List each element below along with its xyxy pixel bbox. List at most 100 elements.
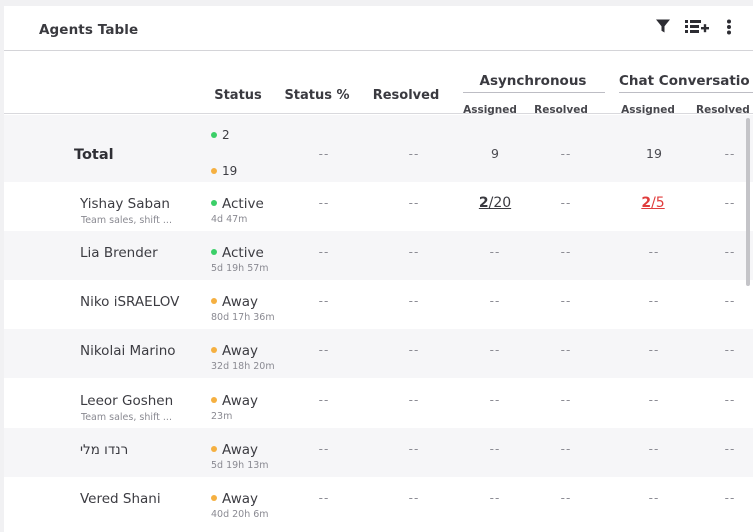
column-header-status-percent[interactable]: Status % xyxy=(282,88,352,103)
status-duration: 23m xyxy=(211,411,233,422)
status-badge: Away xyxy=(211,343,258,359)
chat-assigned-cell: -- xyxy=(648,294,660,308)
agent-name[interactable]: Niko iSRAELOV xyxy=(80,294,179,310)
status-badge: Active xyxy=(211,245,264,261)
status-percent-cell: -- xyxy=(318,294,330,308)
status-badge: Away xyxy=(211,294,258,310)
async-resolved-cell: -- xyxy=(560,442,572,456)
away-dot-icon xyxy=(211,347,217,353)
resolved-cell: -- xyxy=(408,442,420,456)
chat-resolved-cell: -- xyxy=(724,393,736,407)
status-percent-cell: -- xyxy=(318,196,330,210)
async-assigned-cell: -- xyxy=(489,245,501,259)
group-divider xyxy=(619,92,753,93)
table-row[interactable]: רנדו מלי Away 5d 19h 13m -- -- -- -- -- … xyxy=(4,428,753,477)
card-title: Agents Table xyxy=(39,22,139,38)
status-duration: 5d 19h 13m xyxy=(211,460,269,471)
async-resolved-cell: -- xyxy=(560,393,572,407)
chat-assigned-cell: -- xyxy=(648,442,660,456)
status-badge: Away xyxy=(211,491,258,507)
status-percent-cell: -- xyxy=(318,245,330,259)
resolved-cell: -- xyxy=(408,294,420,308)
chat-assigned-cell: -- xyxy=(648,343,660,357)
async-resolved-cell: -- xyxy=(560,196,572,210)
async-assigned-cell: -- xyxy=(489,343,501,357)
away-dot-icon xyxy=(211,446,217,452)
group-divider xyxy=(463,92,605,93)
table-row[interactable]: Lia Brender Active 5d 19h 57m -- -- -- -… xyxy=(4,231,753,280)
agent-name[interactable]: רנדו מלי xyxy=(80,442,128,458)
away-dot-icon xyxy=(211,298,217,304)
column-header-status[interactable]: Status xyxy=(208,88,268,103)
status-duration: 40d 20h 6m xyxy=(211,509,269,520)
agent-team: Team sales, shift ... xyxy=(81,412,172,423)
table-row[interactable]: Nikolai Marino Away 32d 18h 20m -- -- --… xyxy=(4,329,753,378)
column-group-asynchronous: Asynchronous xyxy=(479,73,587,89)
async-resolved-cell: -- xyxy=(560,491,572,505)
table-row-total: Total 2 19 -- -- 9 -- 19 -- xyxy=(4,115,753,182)
async-resolved-cell: -- xyxy=(560,343,572,357)
card-header: Agents Table xyxy=(4,6,753,51)
status-badge: Away xyxy=(211,393,258,409)
agent-name[interactable]: Leeor Goshen xyxy=(80,393,173,409)
table-header: Status Status % Resolved Asynchronous As… xyxy=(4,52,753,116)
active-dot-icon xyxy=(211,200,217,206)
async-resolved-cell: -- xyxy=(560,294,572,308)
total-status-percent: -- xyxy=(318,147,330,161)
total-resolved: -- xyxy=(408,147,420,161)
status-duration: 4d 47m xyxy=(211,214,248,225)
agent-name[interactable]: Lia Brender xyxy=(80,245,158,261)
more-vert-icon[interactable] xyxy=(726,19,732,35)
chat-resolved-cell: -- xyxy=(724,343,736,357)
column-group-chat-conversations: Chat Conversatio xyxy=(619,73,750,89)
async-resolved-cell: -- xyxy=(560,245,572,259)
chat-assigned-link[interactable]: 2/5 xyxy=(623,195,683,211)
async-assigned-link[interactable]: 2/20 xyxy=(465,195,525,211)
chat-assigned-cell: -- xyxy=(648,245,660,259)
filter-icon[interactable] xyxy=(655,18,671,34)
agent-name[interactable]: Nikolai Marino xyxy=(80,343,176,359)
total-chat-assigned: 19 xyxy=(646,146,662,161)
status-percent-cell: -- xyxy=(318,343,330,357)
async-assigned-cell: -- xyxy=(489,393,501,407)
agent-team: Team sales, shift ... xyxy=(81,215,172,226)
status-percent-cell: -- xyxy=(318,393,330,407)
chat-resolved-cell: -- xyxy=(724,442,736,456)
column-header-resolved[interactable]: Resolved xyxy=(371,88,441,103)
resolved-cell: -- xyxy=(408,491,420,505)
chat-resolved-cell: -- xyxy=(724,491,736,505)
chat-assigned-cell: -- xyxy=(648,491,660,505)
total-away-count: 19 xyxy=(211,164,237,178)
status-badge: Away xyxy=(211,442,258,458)
agent-name[interactable]: Yishay Saban xyxy=(80,196,170,212)
status-percent-cell: -- xyxy=(318,491,330,505)
resolved-cell: -- xyxy=(408,245,420,259)
agent-name[interactable]: Vered Shani xyxy=(80,491,161,507)
table-row[interactable]: Niko iSRAELOV Away 80d 17h 36m -- -- -- … xyxy=(4,280,753,329)
vertical-scrollbar[interactable] xyxy=(746,118,750,286)
chat-resolved-cell: -- xyxy=(724,294,736,308)
async-assigned-cell: -- xyxy=(489,294,501,308)
table-row[interactable]: Leeor Goshen Team sales, shift ... Away … xyxy=(4,378,753,428)
status-duration: 5d 19h 57m xyxy=(211,263,269,274)
away-dot-icon xyxy=(211,495,217,501)
away-dot-icon xyxy=(211,397,217,403)
async-assigned-cell: -- xyxy=(489,442,501,456)
add-column-icon[interactable] xyxy=(685,19,709,34)
chat-assigned-cell: -- xyxy=(648,393,660,407)
total-async-resolved: -- xyxy=(560,147,572,161)
resolved-cell: -- xyxy=(408,196,420,210)
table-row[interactable]: Vered Shani Away 40d 20h 6m -- -- -- -- … xyxy=(4,477,753,532)
status-duration: 32d 18h 20m xyxy=(211,361,275,372)
resolved-cell: -- xyxy=(408,343,420,357)
active-dot-icon xyxy=(211,249,217,255)
active-dot-icon xyxy=(211,131,217,138)
status-duration: 80d 17h 36m xyxy=(211,312,275,323)
total-async-assigned: 9 xyxy=(491,146,499,161)
status-percent-cell: -- xyxy=(318,442,330,456)
total-active-count: 2 xyxy=(211,128,230,142)
table-row[interactable]: Yishay Saban Team sales, shift ... Activ… xyxy=(4,182,753,231)
total-label: Total xyxy=(74,147,114,163)
table-body: Total 2 19 -- -- 9 -- 19 -- Yishay Saban… xyxy=(4,115,753,532)
away-dot-icon xyxy=(211,167,217,174)
